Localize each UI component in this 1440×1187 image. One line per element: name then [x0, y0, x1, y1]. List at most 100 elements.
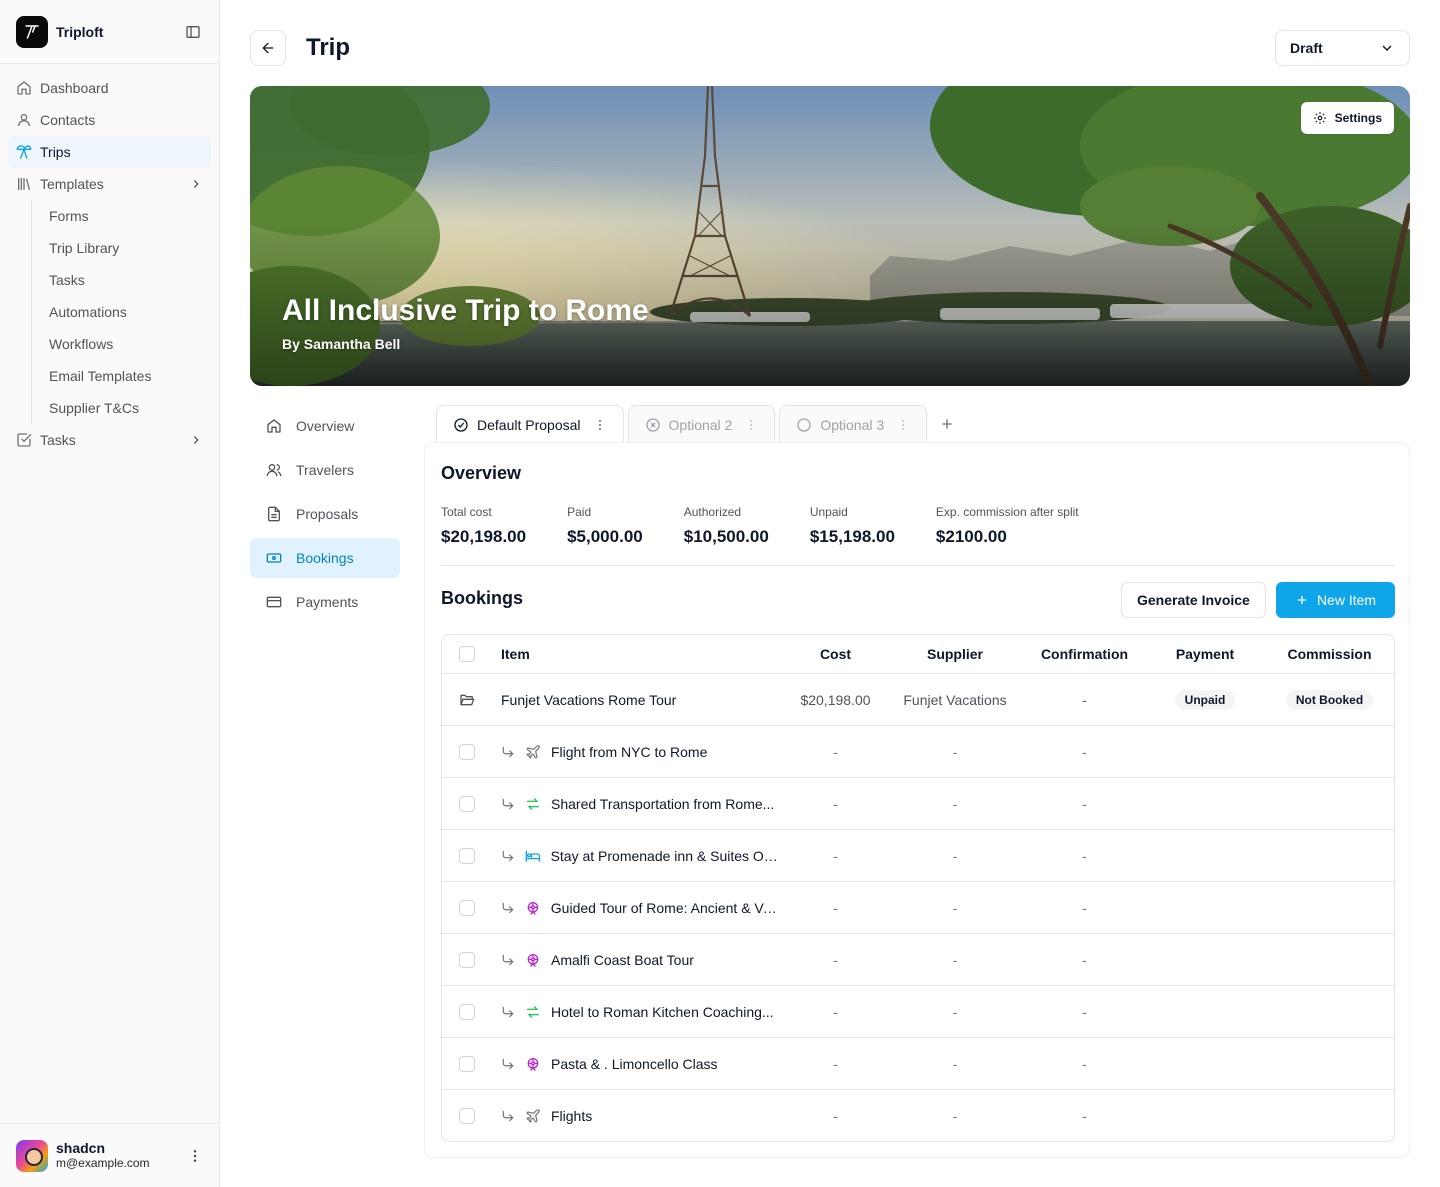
sidebar-item-workflows[interactable]: Workflows: [41, 328, 211, 360]
table-row[interactable]: Guided Tour of Rome: Ancient & Vatic - -…: [442, 882, 1394, 934]
users-icon: [266, 464, 282, 477]
row-checkbox[interactable]: [459, 899, 475, 916]
row-checkbox[interactable]: [459, 1108, 475, 1124]
home-icon: [17, 81, 31, 95]
bookings-title: Bookings: [441, 588, 524, 608]
section-bookings[interactable]: Bookings: [250, 538, 400, 578]
sidebar-item-forms[interactable]: Forms: [41, 200, 211, 232]
column-header-cost: Cost: [819, 646, 852, 662]
item-cost: -: [833, 1003, 838, 1020]
table-row[interactable]: Flight from NYC to Rome - - -: [442, 726, 1394, 778]
folder-open-icon: [460, 694, 475, 705]
section-overview[interactable]: Overview: [250, 406, 400, 446]
item-cost: -: [833, 951, 838, 968]
tab-default-proposal[interactable]: Default Proposal: [436, 405, 624, 443]
table-row[interactable]: Amalfi Coast Boat Tour - - -: [442, 934, 1394, 986]
sidebar-toggle-icon[interactable]: [183, 22, 203, 42]
item-supplier: -: [952, 795, 958, 812]
row-checkbox[interactable]: [459, 1055, 475, 1072]
generate-invoice-button[interactable]: Generate Invoice: [1121, 582, 1266, 618]
file-icon: [268, 506, 280, 522]
table-row[interactable]: Shared Transportation from Rome... - - -: [442, 778, 1394, 830]
sidebar-item-label: Trips: [40, 144, 71, 160]
sidebar-item-email-templates[interactable]: Email Templates: [41, 360, 211, 392]
stat-unpaid: Unpaid $15,198.00: [810, 505, 895, 547]
trip-cover-image: Settings All Inclusive Trip to Rome By S…: [250, 86, 1410, 386]
tab-optional-3[interactable]: Optional 3: [779, 405, 928, 443]
row-checkbox[interactable]: [459, 795, 475, 812]
table-row[interactable]: Stay at Promenade inn & Suites Ocea - - …: [442, 830, 1394, 882]
check-circle-icon: [454, 417, 468, 432]
triploft-logo-icon[interactable]: [16, 15, 48, 48]
more-vertical-icon[interactable]: [593, 418, 607, 432]
sidebar-item-supplier-tcs[interactable]: Supplier T&Cs: [41, 392, 211, 424]
more-vertical-icon[interactable]: [187, 1148, 203, 1164]
chevron-down-icon: [1382, 45, 1392, 51]
folder-cell: [459, 674, 475, 725]
sidebar-item-label: Contacts: [40, 112, 96, 128]
proposal-tabs: Default Proposal Optional 2 Optional 3: [436, 405, 963, 443]
item-cost: -: [833, 743, 838, 760]
brand-name: Triploft: [56, 23, 104, 40]
item-confirmation: -: [1082, 1055, 1087, 1072]
more-vertical-icon[interactable]: [744, 418, 758, 432]
row-checkbox[interactable]: [459, 743, 475, 760]
sidebar-item-tasks[interactable]: Tasks: [8, 424, 211, 456]
section-payments[interactable]: Payments: [250, 582, 400, 622]
table-row-parent[interactable]: Funjet Vacations Rome Tour $20,198.00 Fu…: [442, 674, 1394, 726]
new-item-button[interactable]: New Item: [1276, 582, 1395, 618]
item-cell: Guided Tour of Rome: Ancient & Vatic: [501, 882, 783, 933]
item-cell: Flight from NYC to Rome: [501, 726, 783, 777]
checkbox-cell: [459, 830, 475, 881]
item-cost: $20,198.00: [800, 691, 871, 708]
overview-title: Overview: [441, 463, 522, 483]
item-confirmation: -: [1082, 743, 1087, 760]
section-proposals[interactable]: Proposals: [250, 494, 400, 534]
avatar: [16, 1139, 48, 1172]
sidebar-item-trips[interactable]: Trips: [8, 136, 211, 168]
sidebar-item-label: Tasks: [49, 272, 85, 288]
eiffel-tower-photo: [250, 86, 1410, 386]
checkbox-cell: [459, 934, 475, 985]
item-confirmation: -: [1082, 691, 1087, 708]
settings-button[interactable]: Settings: [1300, 102, 1394, 134]
sidebar-item-automations[interactable]: Automations: [41, 296, 211, 328]
item-name: Shared Transportation from Rome...: [551, 795, 775, 812]
item-cell: Flights: [501, 1090, 783, 1141]
stat-commission: Exp. commission after split $2100.00: [936, 505, 1079, 547]
stat-authorized: Authorized $10,500.00: [684, 505, 769, 547]
add-tab-button[interactable]: [931, 405, 963, 443]
sidebar-item-dashboard[interactable]: Dashboard: [8, 72, 211, 104]
checkbox-cell: [459, 1090, 475, 1141]
chevron-right-icon: [193, 436, 199, 444]
item-supplier: -: [952, 951, 958, 968]
transfer-icon: [527, 1005, 539, 1018]
ferris-wheel-icon: [527, 901, 539, 915]
item-name: Pasta & . Limoncello Class: [551, 1055, 718, 1072]
more-vertical-icon[interactable]: [896, 418, 910, 432]
row-checkbox[interactable]: [459, 847, 475, 864]
tab-label: Optional 3: [820, 416, 885, 433]
section-travelers[interactable]: Travelers: [250, 450, 400, 490]
row-checkbox[interactable]: [459, 1003, 475, 1020]
select-all-checkbox[interactable]: [459, 646, 475, 662]
status-select[interactable]: Draft: [1275, 30, 1410, 66]
templates-subnav: Forms Trip Library Tasks Automations Wor…: [31, 200, 211, 424]
table-row[interactable]: Flights - - -: [442, 1090, 1394, 1141]
back-button[interactable]: [250, 30, 286, 66]
column-header-supplier: Supplier: [926, 646, 983, 662]
sidebar-item-contacts[interactable]: Contacts: [8, 104, 211, 136]
sidebar-item-label: Email Templates: [49, 368, 152, 384]
tab-optional-2[interactable]: Optional 2: [627, 405, 776, 443]
item-name: Amalfi Coast Boat Tour: [551, 951, 694, 968]
row-checkbox[interactable]: [459, 951, 475, 968]
sidebar-item-trip-library[interactable]: Trip Library: [41, 232, 211, 264]
table-row[interactable]: Hotel to Roman Kitchen Coaching... - - -: [442, 986, 1394, 1038]
home-icon: [267, 419, 281, 433]
sidebar-item-tasks-template[interactable]: Tasks: [41, 264, 211, 296]
page-title: Trip: [306, 34, 351, 61]
user-profile[interactable]: shadcn m@example.com: [0, 1123, 219, 1187]
sidebar-item-templates[interactable]: Templates: [8, 168, 211, 200]
table-row[interactable]: Pasta & . Limoncello Class - - -: [442, 1038, 1394, 1090]
commission-status-badge: Not Booked: [1285, 689, 1374, 710]
